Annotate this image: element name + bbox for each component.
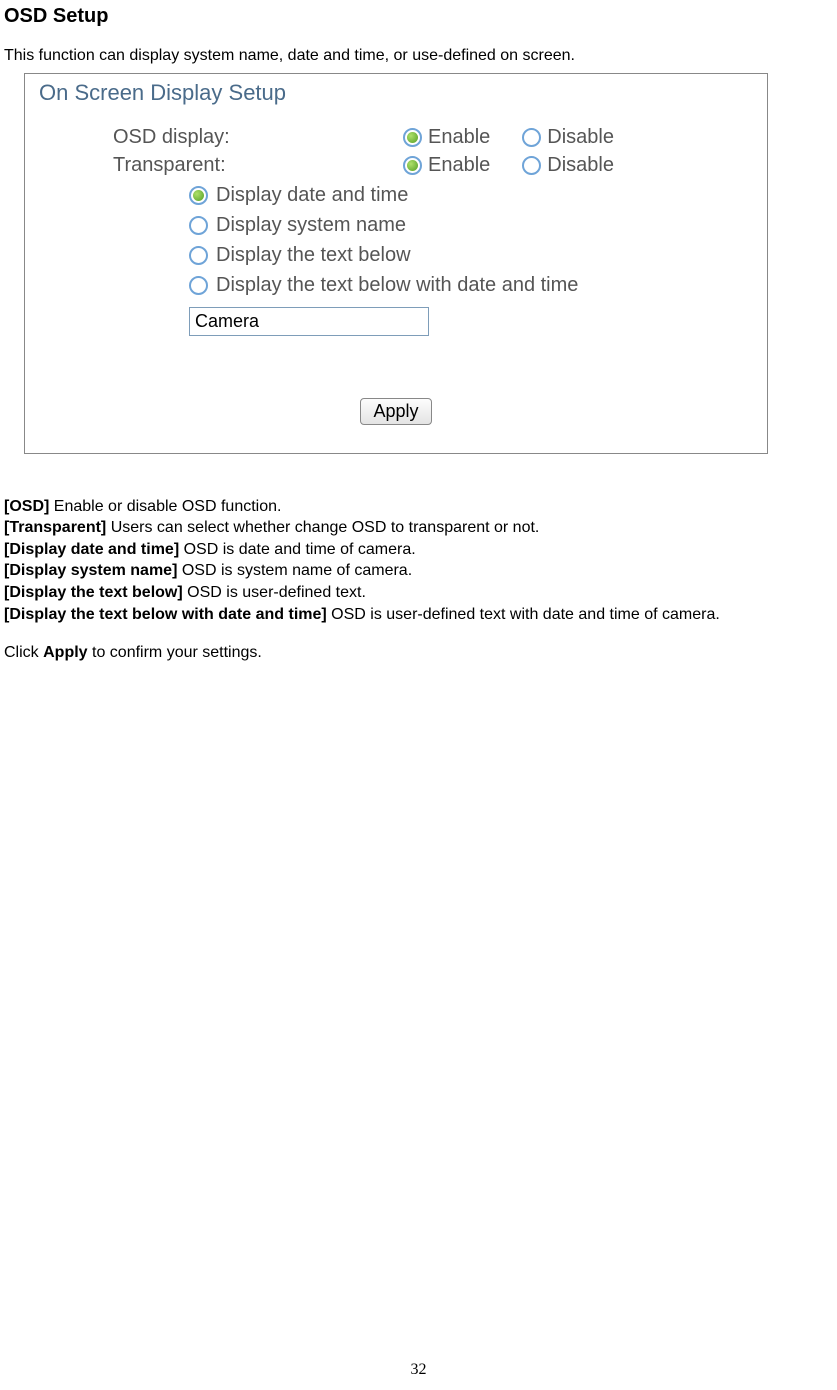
option-text-below-label: Display the text below [216, 243, 411, 267]
osd-display-enable-label: Enable [428, 125, 490, 149]
transparent-disable-radio[interactable] [522, 156, 541, 175]
custom-text-input[interactable] [189, 307, 429, 336]
panel-title: On Screen Display Setup [39, 80, 767, 106]
option-date-time-radio[interactable] [189, 186, 208, 205]
definition-display-text-below: [Display the text below] OSD is user-def… [4, 582, 837, 604]
option-date-time-label: Display date and time [216, 183, 408, 207]
transparent-label: Transparent: [25, 153, 403, 177]
page-heading: OSD Setup [0, 4, 837, 28]
osd-display-label: OSD display: [25, 125, 403, 149]
transparent-enable-label: Enable [428, 153, 490, 177]
option-text-below-datetime-label: Display the text below with date and tim… [216, 273, 578, 297]
definition-display-date-time: [Display date and time] OSD is date and … [4, 539, 837, 561]
page-number: 32 [0, 1360, 837, 1379]
option-system-name-label: Display system name [216, 213, 406, 237]
apply-button[interactable]: Apply [360, 398, 431, 425]
option-text-below-radio[interactable] [189, 246, 208, 265]
osd-display-disable-radio[interactable] [522, 128, 541, 147]
closing-text: Click Apply to confirm your settings. [0, 643, 837, 662]
osd-setup-panel: On Screen Display Setup OSD display: Ena… [24, 73, 768, 453]
definition-display-system-name: [Display system name] OSD is system name… [4, 560, 837, 582]
definitions-block: [OSD] Enable or disable OSD function. [T… [0, 496, 837, 626]
transparent-disable-label: Disable [547, 153, 614, 177]
definition-osd: [OSD] Enable or disable OSD function. [4, 496, 837, 518]
osd-display-enable-radio[interactable] [403, 128, 422, 147]
osd-display-disable-label: Disable [547, 125, 614, 149]
definition-display-text-below-datetime: [Display the text below with date and ti… [4, 604, 837, 626]
transparent-enable-radio[interactable] [403, 156, 422, 175]
intro-text: This function can display system name, d… [0, 46, 837, 65]
option-system-name-radio[interactable] [189, 216, 208, 235]
option-text-below-datetime-radio[interactable] [189, 276, 208, 295]
definition-transparent: [Transparent] Users can select whether c… [4, 517, 837, 539]
